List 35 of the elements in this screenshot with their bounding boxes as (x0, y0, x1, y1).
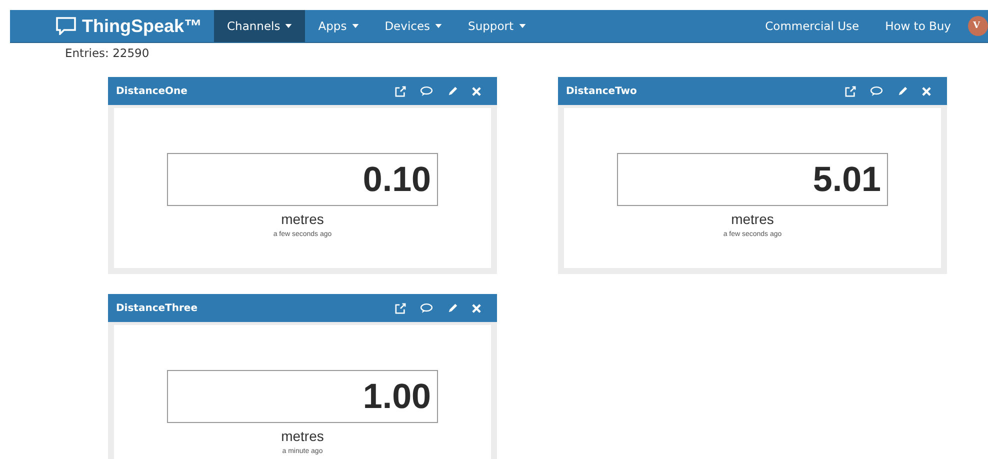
user-avatar[interactable]: V (968, 16, 988, 36)
chat-bubble-icon (56, 17, 76, 35)
widget-title: DistanceThree (116, 302, 198, 314)
nav-menu[interactable]: Devices (372, 10, 456, 42)
comment-icon[interactable] (420, 86, 433, 96)
nav-link[interactable]: How to Buy (872, 19, 964, 33)
widget-title: DistanceTwo (566, 86, 637, 96)
brand-name[interactable]: ThingSpeak™ (82, 16, 202, 36)
caret-icon (352, 24, 359, 28)
pencil-icon[interactable] (447, 86, 458, 96)
pencil-icon[interactable] (447, 302, 458, 314)
nav-menu[interactable]: Apps (305, 10, 372, 42)
close-icon[interactable] (922, 86, 931, 96)
caret-icon (285, 24, 292, 28)
value-display: 0.10 (167, 153, 438, 206)
unit-label: metres (281, 211, 324, 227)
nav-menu[interactable]: Support (455, 10, 538, 42)
unit-label: metres (281, 428, 324, 444)
pencil-icon[interactable] (897, 86, 908, 96)
close-icon[interactable] (472, 86, 481, 96)
external-link-icon[interactable] (845, 86, 856, 96)
widget-title: DistanceOne (116, 86, 188, 96)
external-link-icon[interactable] (395, 86, 406, 96)
value-display: 5.01 (617, 153, 888, 206)
comment-icon[interactable] (870, 86, 883, 96)
caret-icon (435, 24, 442, 28)
unit-label: metres (731, 211, 774, 227)
nav-link[interactable]: Commercial Use (752, 19, 872, 33)
value-display: 1.00 (167, 370, 438, 423)
close-icon[interactable] (472, 304, 481, 312)
entries-count: Entries: 22590 (64, 45, 150, 62)
nav-menu[interactable]: Channels (214, 10, 306, 42)
external-link-icon[interactable] (395, 302, 406, 314)
caret-icon (518, 24, 526, 28)
comment-icon[interactable] (420, 303, 433, 313)
